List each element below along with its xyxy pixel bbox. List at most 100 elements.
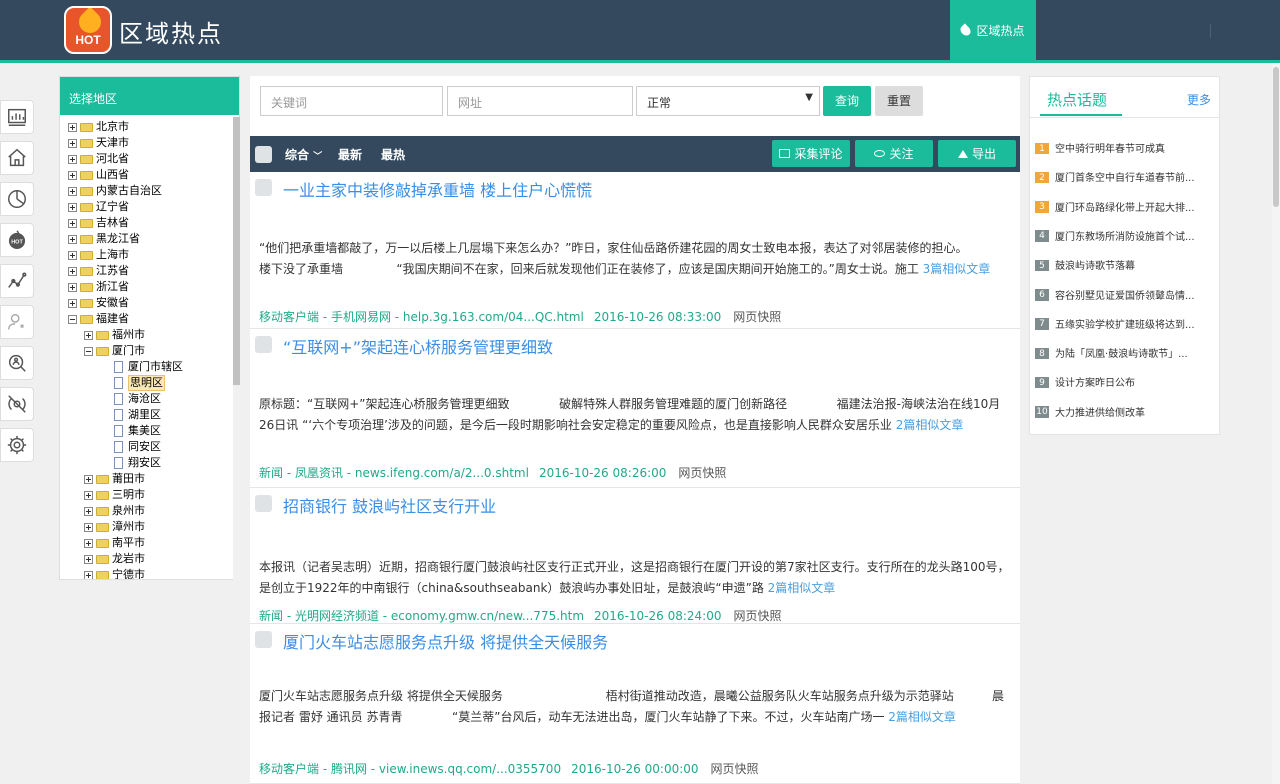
hot-topics-title[interactable]: 热点话题 [1047,89,1107,110]
web-snapshot-link[interactable]: 网页快照 [711,762,759,776]
article-title-link[interactable]: 厦门火车站志愿服务点升级 将提供全天候服务 [283,629,608,653]
article-checkbox[interactable] [255,495,272,512]
expand-icon[interactable] [68,299,77,308]
similar-articles-link[interactable]: 2篇相似文章 [768,581,836,595]
article-source[interactable]: 移动客户端 - 手机网易网 - help.3g.163.com/04...QC.… [259,310,584,324]
tree-node[interactable]: 湖里区 [60,407,232,423]
hot-topic-item[interactable]: 2 厦门首条空中自行车道春节前... [1035,169,1213,184]
tree-node[interactable]: 南平市 [60,535,232,551]
query-button[interactable]: 查询 [823,86,871,116]
nav-trend[interactable] [0,264,34,298]
article-source[interactable]: 移动客户端 - 腾讯网 - view.inews.qq.com/...03557… [259,762,561,776]
expand-icon[interactable] [68,251,77,260]
tree-node[interactable]: 泉州市 [60,503,232,519]
tree-node[interactable]: 集美区 [60,423,232,439]
reset-button[interactable]: 重置 [875,86,923,116]
tree-node[interactable]: 厦门市 [60,343,232,359]
expand-icon[interactable] [84,331,93,340]
expand-icon[interactable] [68,171,77,180]
export-button[interactable]: 导出 [938,140,1016,167]
hot-topic-item[interactable]: 8 为陆「凤凰·鼓浪屿诗歌节」... [1035,345,1213,360]
tree-node[interactable]: 海沧区 [60,391,232,407]
hot-topic-item[interactable]: 9 设计方案昨日公布 [1035,374,1213,389]
expand-icon[interactable] [84,475,93,484]
article-checkbox[interactable] [255,336,272,353]
tree-node[interactable]: 安徽省 [60,295,232,311]
collapse-icon[interactable] [84,347,93,356]
hot-topic-item[interactable]: 5 鼓浪屿诗歌节落幕 [1035,257,1213,272]
nav-search-user[interactable] [0,346,34,380]
tree-node[interactable]: 天津市 [60,135,232,151]
article-checkbox[interactable] [255,179,272,196]
expand-icon[interactable] [68,219,77,228]
tab-latest[interactable]: 最新 [338,146,362,163]
article-title-link[interactable]: 一业主家中装修敲掉承重墙 楼上住户心慌慌 [283,177,592,201]
tree-node[interactable]: 福建省 [60,311,232,327]
expand-icon[interactable] [84,507,93,516]
expand-icon[interactable] [84,571,93,579]
tree-node[interactable]: 翔安区 [60,455,232,471]
nav-user-settings[interactable] [0,305,34,339]
expand-icon[interactable] [84,523,93,532]
article-checkbox[interactable] [255,631,272,648]
tree-scrollbar-thumb[interactable] [233,117,240,385]
tree-node[interactable]: 龙岩市 [60,551,232,567]
tree-node[interactable]: 三明市 [60,487,232,503]
hot-topic-item[interactable]: 3 厦门环岛路绿化带上开起大排... [1035,199,1213,213]
article-title-link[interactable]: 招商银行 鼓浪屿社区支行开业 [283,493,496,517]
hot-topics-more-link[interactable]: 更多 [1187,91,1211,108]
follow-button[interactable]: 关注 [855,140,933,167]
nav-spread[interactable] [0,387,34,421]
collect-comments-button[interactable]: 采集评论 [772,140,850,167]
tree-node[interactable]: 河北省 [60,151,232,167]
tree-node[interactable]: 黑龙江省 [60,231,232,247]
expand-icon[interactable] [68,123,77,132]
tree-node[interactable]: 山西省 [60,167,232,183]
web-snapshot-link[interactable]: 网页快照 [733,310,781,324]
nav-hot[interactable]: HOT [0,223,34,257]
nav-home[interactable] [0,141,34,175]
keyword-input[interactable]: 关键词 [260,86,443,116]
tree-node[interactable]: 吉林省 [60,215,232,231]
similar-articles-link[interactable]: 3篇相似文章 [923,262,991,276]
scrollbar-thumb[interactable] [1273,67,1279,207]
tree-scrollbar[interactable] [233,117,240,581]
hot-topic-item[interactable]: 10 大力推进供给侧改革 [1035,404,1213,418]
hot-topic-item[interactable]: 4 厦门东教场所消防设施首个试... [1035,228,1213,242]
tab-hottest[interactable]: 最热 [381,146,405,163]
web-snapshot-link[interactable]: 网页快照 [678,466,726,480]
article-title-link[interactable]: “互联网+”架起连心桥服务管理更细致 [283,334,553,358]
region-hotspot-button[interactable]: 区域热点 [950,0,1036,60]
expand-icon[interactable] [68,155,77,164]
expand-icon[interactable] [68,139,77,148]
tree-node[interactable]: 内蒙古自治区 [60,183,232,199]
expand-icon[interactable] [84,539,93,548]
tree-node[interactable]: 江苏省 [60,263,232,279]
status-select[interactable]: 正常 ▼ [636,86,820,116]
tree-node[interactable]: 厦门市辖区 [60,359,232,375]
expand-icon[interactable] [84,491,93,500]
web-snapshot-link[interactable]: 网页快照 [733,609,781,623]
nav-pie[interactable] [0,182,34,216]
similar-articles-link[interactable]: 2篇相似文章 [896,418,964,432]
tree-node[interactable]: 同安区 [60,439,232,455]
collapse-icon[interactable] [68,315,77,324]
expand-icon[interactable] [68,203,77,212]
expand-icon[interactable] [68,283,77,292]
article-source[interactable]: 新闻 - 光明网经济频道 - economy.gmw.cn/new...775.… [259,609,584,623]
tab-all[interactable]: 综合 ﹀ [285,146,322,163]
url-input[interactable]: 网址 [447,86,633,116]
article-source[interactable]: 新闻 - 凤凰资讯 - news.ifeng.com/a/2...0.shtml [259,466,529,480]
tree-node[interactable]: 漳州市 [60,519,232,535]
tree-node[interactable]: 福州市 [60,327,232,343]
hot-topic-item[interactable]: 7 五缘实验学校扩建班级将达到... [1035,316,1213,330]
expand-icon[interactable] [68,187,77,196]
tree-node[interactable]: 北京市 [60,119,232,135]
tree-node[interactable]: 宁德市 [60,567,232,579]
nav-stats[interactable] [0,100,34,134]
tree-node[interactable]: 辽宁省 [60,199,232,215]
tree-node[interactable]: 上海市 [60,247,232,263]
tree-node[interactable]: 思明区 [60,375,232,391]
similar-articles-link[interactable]: 2篇相似文章 [888,710,956,724]
tree-node[interactable]: 莆田市 [60,471,232,487]
